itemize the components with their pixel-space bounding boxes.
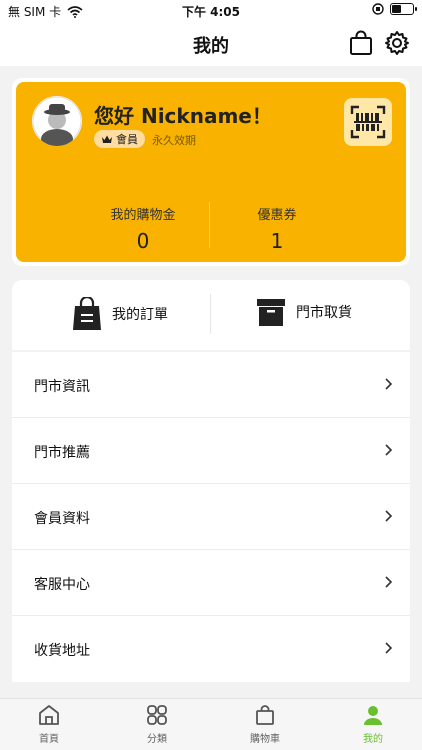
coupon-stat[interactable]: 優惠券 1 bbox=[212, 204, 342, 253]
my-orders-button[interactable]: 我的訂單 bbox=[72, 297, 168, 331]
member-badge-label: 會員 bbox=[116, 133, 138, 146]
coupon-value: 1 bbox=[270, 229, 284, 253]
member-barcode-button[interactable] bbox=[344, 98, 392, 146]
tab-home-label: 首頁 bbox=[39, 734, 59, 745]
status-time: 下午 4:05 bbox=[181, 5, 241, 19]
chevron-right-icon bbox=[385, 576, 393, 588]
store-box-icon bbox=[257, 299, 285, 326]
menu-item-shipping-address[interactable]: 收貨地址 bbox=[12, 616, 410, 682]
tab-cart[interactable]: 購物車 bbox=[225, 704, 305, 745]
shopping-credit-value: 0 bbox=[136, 229, 150, 253]
menu-item-label: 收貨地址 bbox=[34, 643, 90, 659]
chevron-right-icon bbox=[385, 642, 393, 654]
gear-icon[interactable] bbox=[384, 30, 410, 56]
tab-categories[interactable]: 分類 bbox=[117, 704, 197, 745]
person-icon bbox=[364, 706, 382, 725]
menu-item-label: 門市資訊 bbox=[34, 379, 90, 395]
greeting-text: 您好 Nickname！ bbox=[94, 104, 272, 128]
menu-item-customer-service[interactable]: 客服中心 bbox=[12, 550, 410, 616]
stat-divider bbox=[209, 202, 210, 248]
tab-profile[interactable]: 我的 bbox=[333, 704, 413, 745]
chevron-right-icon bbox=[385, 378, 393, 390]
shopping-bag-icon[interactable] bbox=[348, 30, 374, 56]
store-pickup-button[interactable]: 門市取貨 bbox=[256, 297, 352, 327]
menu-item-store-info[interactable]: 門市資訊 bbox=[12, 352, 410, 418]
profile-card-container: 您好 Nickname！ 會員 永久效期 我的購物金 0 優惠券 1 bbox=[12, 78, 410, 266]
top-nav-bar: 我的 bbox=[0, 22, 422, 66]
menu-item-label: 會員資料 bbox=[34, 511, 90, 527]
tab-cart-label: 購物車 bbox=[250, 734, 280, 745]
settings-menu: 門市資訊 門市推薦 會員資料 客服中心 收貨地址 bbox=[12, 352, 410, 682]
chevron-right-icon bbox=[385, 444, 393, 456]
tab-categories-label: 分類 bbox=[147, 734, 167, 745]
menu-item-member-profile[interactable]: 會員資料 bbox=[12, 484, 410, 550]
store-pickup-label: 門市取貨 bbox=[296, 305, 352, 321]
membership-validity: 永久效期 bbox=[152, 134, 196, 147]
menu-item-label: 客服中心 bbox=[34, 577, 90, 593]
status-right bbox=[372, 3, 417, 15]
avatar[interactable] bbox=[32, 96, 82, 146]
quick-actions-divider bbox=[210, 294, 211, 334]
menu-item-store-recommend[interactable]: 門市推薦 bbox=[12, 418, 410, 484]
bottom-tab-bar: 首頁 分類 購物車 我的 bbox=[0, 698, 422, 750]
shopping-credit-label: 我的購物金 bbox=[110, 208, 176, 223]
barcode-scan-icon bbox=[350, 105, 386, 139]
quick-actions: 我的訂單 門市取貨 bbox=[12, 280, 410, 350]
cart-bag-icon bbox=[256, 705, 274, 725]
shopping-credit-stat[interactable]: 我的購物金 0 bbox=[78, 204, 208, 253]
tab-home[interactable]: 首頁 bbox=[9, 704, 89, 745]
menu-item-label: 門市推薦 bbox=[34, 445, 90, 461]
grid-icon bbox=[147, 705, 167, 725]
bag-list-icon bbox=[73, 297, 101, 330]
orientation-lock-icon bbox=[372, 3, 384, 15]
status-bar: 無 SIM 卡 下午 4:05 bbox=[0, 0, 422, 22]
profile-card: 您好 Nickname！ 會員 永久效期 我的購物金 0 優惠券 1 bbox=[16, 82, 406, 262]
tab-profile-label: 我的 bbox=[363, 734, 383, 745]
coupon-label: 優惠券 bbox=[257, 208, 297, 223]
battery-icon bbox=[390, 3, 417, 15]
member-badge: 會員 bbox=[94, 130, 145, 148]
my-orders-label: 我的訂單 bbox=[112, 307, 168, 323]
home-icon bbox=[39, 705, 59, 725]
default-avatar-icon bbox=[32, 96, 82, 146]
crown-icon bbox=[102, 135, 112, 143]
chevron-right-icon bbox=[385, 510, 393, 522]
